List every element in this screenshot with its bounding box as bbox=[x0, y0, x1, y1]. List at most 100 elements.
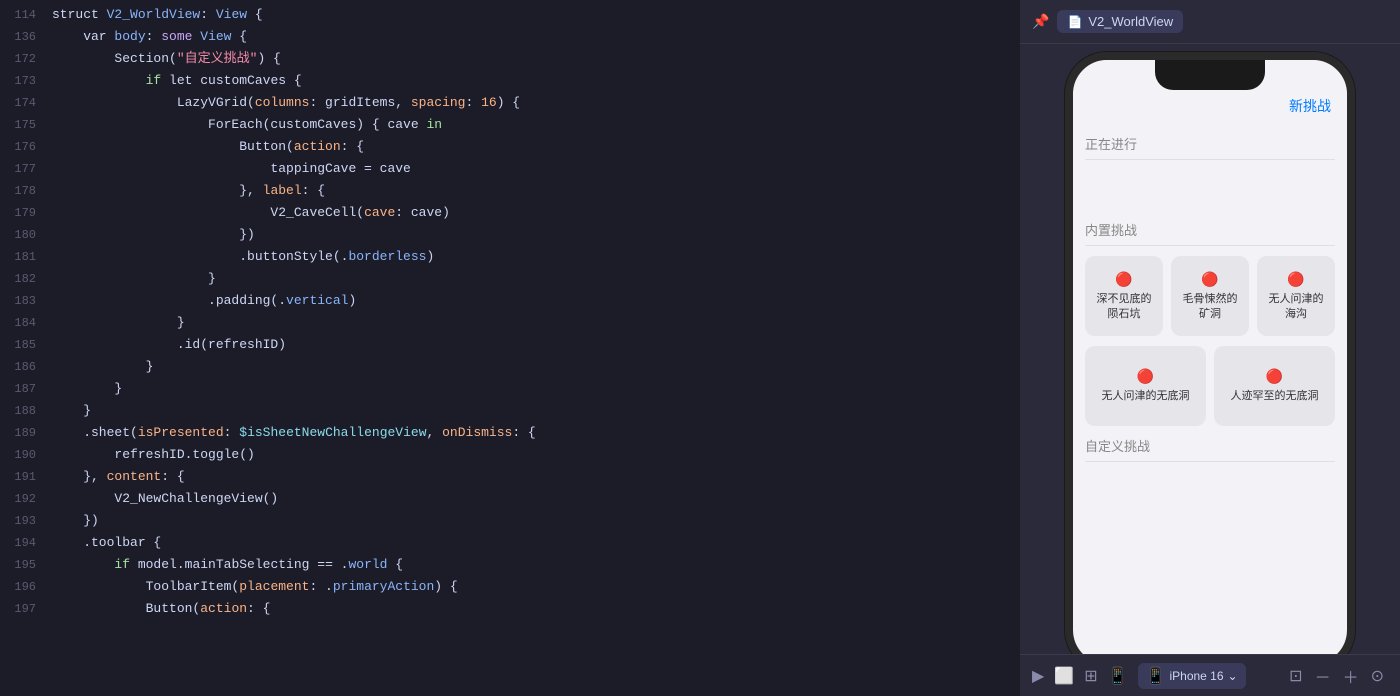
list-item[interactable]: 🔴 人迹罕至的无底洞 bbox=[1214, 346, 1335, 426]
code-text: Button(action: { bbox=[52, 136, 1020, 157]
code-text: .sheet(isPresented: $isSheetNewChallenge… bbox=[52, 422, 1020, 443]
code-text: } bbox=[52, 378, 1020, 399]
list-item[interactable]: 🔴无人问津的无底洞 bbox=[1085, 346, 1206, 426]
file-icon: 📄 bbox=[1067, 15, 1082, 29]
preview-toolbar: 📌 📄 V2_WorldView bbox=[1020, 0, 1400, 44]
preview-bottom-toolbar: ▶ ⬜ ⊞ 📱 📱 iPhone 16 ⌄ ⊡ － ＋ ⊙ bbox=[1020, 654, 1400, 696]
zoom-controls: ⊡ － ＋ ⊙ bbox=[1285, 662, 1388, 690]
table-row: 174 LazyVGrid(columns: gridItems, spacin… bbox=[0, 92, 1020, 114]
bottom-left-icons: ▶ ⬜ ⊞ 📱 📱 iPhone 16 ⌄ bbox=[1032, 663, 1246, 689]
device-icon[interactable]: 📱 bbox=[1108, 666, 1128, 686]
line-number: 188 bbox=[0, 401, 52, 422]
line-number: 136 bbox=[0, 27, 52, 48]
line-number: 179 bbox=[0, 203, 52, 224]
line-number: 178 bbox=[0, 181, 52, 202]
code-text: if model.mainTabSelecting == .world { bbox=[52, 554, 1020, 575]
code-text: .buttonStyle(.borderless) bbox=[52, 246, 1020, 267]
device-label: iPhone 16 bbox=[1169, 669, 1223, 683]
line-number: 183 bbox=[0, 291, 52, 312]
line-number: 190 bbox=[0, 445, 52, 466]
line-number: 185 bbox=[0, 335, 52, 356]
code-text: V2_CaveCell(cave: cave) bbox=[52, 202, 1020, 223]
line-number: 194 bbox=[0, 533, 52, 554]
table-row: 187 } bbox=[0, 378, 1020, 400]
code-editor: 114struct V2_WorldView: View {136 var bo… bbox=[0, 0, 1020, 696]
code-text: }, label: { bbox=[52, 180, 1020, 201]
table-row: 182 } bbox=[0, 268, 1020, 290]
code-text: .id(refreshID) bbox=[52, 334, 1020, 355]
table-row: 196 ToolbarItem(placement: .primaryActio… bbox=[0, 576, 1020, 598]
zoom-out-icon[interactable]: － bbox=[1311, 662, 1335, 690]
phone-icon: 📱 bbox=[1146, 666, 1166, 686]
line-number: 186 bbox=[0, 357, 52, 378]
code-text: tappingCave = cave bbox=[52, 158, 1020, 179]
device-selector-button[interactable]: 📱 iPhone 16 ⌄ bbox=[1138, 663, 1246, 689]
in-progress-divider bbox=[1085, 159, 1335, 160]
code-text: struct V2_WorldView: View { bbox=[52, 4, 1020, 25]
inspect-icon[interactable]: ⬜ bbox=[1054, 666, 1074, 686]
table-row: 194 .toolbar { bbox=[0, 532, 1020, 554]
line-number: 181 bbox=[0, 247, 52, 268]
lock-icon: 🔴 bbox=[1266, 368, 1283, 385]
code-text: }) bbox=[52, 510, 1020, 531]
in-progress-label: 正在进行 bbox=[1085, 134, 1335, 153]
table-row: 193 }) bbox=[0, 510, 1020, 532]
lock-icon: 🔴 bbox=[1287, 271, 1304, 288]
code-text: Button(action: { bbox=[52, 598, 1020, 619]
list-item[interactable]: 🔴无人问津的海沟 bbox=[1257, 256, 1335, 336]
table-row: 177 tappingCave = cave bbox=[0, 158, 1020, 180]
zoom-fit-icon[interactable]: ⊡ bbox=[1285, 664, 1306, 688]
zoom-reset-icon[interactable]: ⊙ bbox=[1367, 664, 1388, 688]
iphone-frame: 新挑战 正在进行 内置挑战 🔴深不见底的陨石坑🔴毛骨悚然的矿洞🔴无人问津的海沟 bbox=[1065, 52, 1355, 654]
preview-title-label: V2_WorldView bbox=[1088, 14, 1173, 29]
line-number: 192 bbox=[0, 489, 52, 510]
line-number: 191 bbox=[0, 467, 52, 488]
line-number: 195 bbox=[0, 555, 52, 576]
cave-name-label: 人迹罕至的无底洞 bbox=[1231, 389, 1319, 403]
line-number: 196 bbox=[0, 577, 52, 598]
code-text: ToolbarItem(placement: .primaryAction) { bbox=[52, 576, 1020, 597]
table-row: 136 var body: some View { bbox=[0, 26, 1020, 48]
lock-icon: 🔴 bbox=[1201, 271, 1218, 288]
code-text: } bbox=[52, 268, 1020, 289]
line-number: 172 bbox=[0, 49, 52, 70]
zoom-in-icon[interactable]: ＋ bbox=[1339, 662, 1363, 690]
line-number: 184 bbox=[0, 313, 52, 334]
pin-icon[interactable]: 📌 bbox=[1032, 13, 1049, 30]
code-text: } bbox=[52, 312, 1020, 333]
table-row: 189 .sheet(isPresented: $isSheetNewChall… bbox=[0, 422, 1020, 444]
table-row: 185 .id(refreshID) bbox=[0, 334, 1020, 356]
line-number: 189 bbox=[0, 423, 52, 444]
table-row: 195 if model.mainTabSelecting == .world … bbox=[0, 554, 1020, 576]
table-row: 176 Button(action: { bbox=[0, 136, 1020, 158]
run-icon[interactable]: ▶ bbox=[1032, 666, 1044, 686]
list-item[interactable]: 🔴 毛骨悚然的矿洞 bbox=[1171, 256, 1249, 336]
builtin-divider bbox=[1085, 245, 1335, 246]
custom-label: 自定义挑战 bbox=[1085, 436, 1335, 455]
table-row: 192 V2_NewChallengeView() bbox=[0, 488, 1020, 510]
list-item[interactable]: 🔴深不见底的陨石坑 bbox=[1085, 256, 1163, 336]
line-number: 182 bbox=[0, 269, 52, 290]
code-area: 114struct V2_WorldView: View {136 var bo… bbox=[0, 0, 1020, 696]
cave-name-label: 毛骨悚然的矿洞 bbox=[1179, 292, 1241, 321]
table-row: 178 }, label: { bbox=[0, 180, 1020, 202]
line-number: 174 bbox=[0, 93, 52, 114]
code-text: } bbox=[52, 400, 1020, 421]
grid-icon[interactable]: ⊞ bbox=[1084, 666, 1097, 686]
code-text: } bbox=[52, 356, 1020, 377]
code-text: ForEach(customCaves) { cave in bbox=[52, 114, 1020, 135]
table-row: 186 } bbox=[0, 356, 1020, 378]
code-text: }) bbox=[52, 224, 1020, 245]
lock-icon: 🔴 bbox=[1115, 271, 1132, 288]
table-row: 179 V2_CaveCell(cave: cave) bbox=[0, 202, 1020, 224]
code-text: .padding(.vertical) bbox=[52, 290, 1020, 311]
table-row: 191 }, content: { bbox=[0, 466, 1020, 488]
new-challenge-button[interactable]: 新挑战 bbox=[1289, 96, 1331, 116]
table-row: 180 }) bbox=[0, 224, 1020, 246]
code-text: Section("自定义挑战") { bbox=[52, 48, 1020, 69]
line-number: 197 bbox=[0, 599, 52, 620]
line-number: 176 bbox=[0, 137, 52, 158]
table-row: 188 } bbox=[0, 400, 1020, 422]
custom-divider bbox=[1085, 461, 1335, 462]
preview-title-button[interactable]: 📄 V2_WorldView bbox=[1057, 10, 1183, 33]
